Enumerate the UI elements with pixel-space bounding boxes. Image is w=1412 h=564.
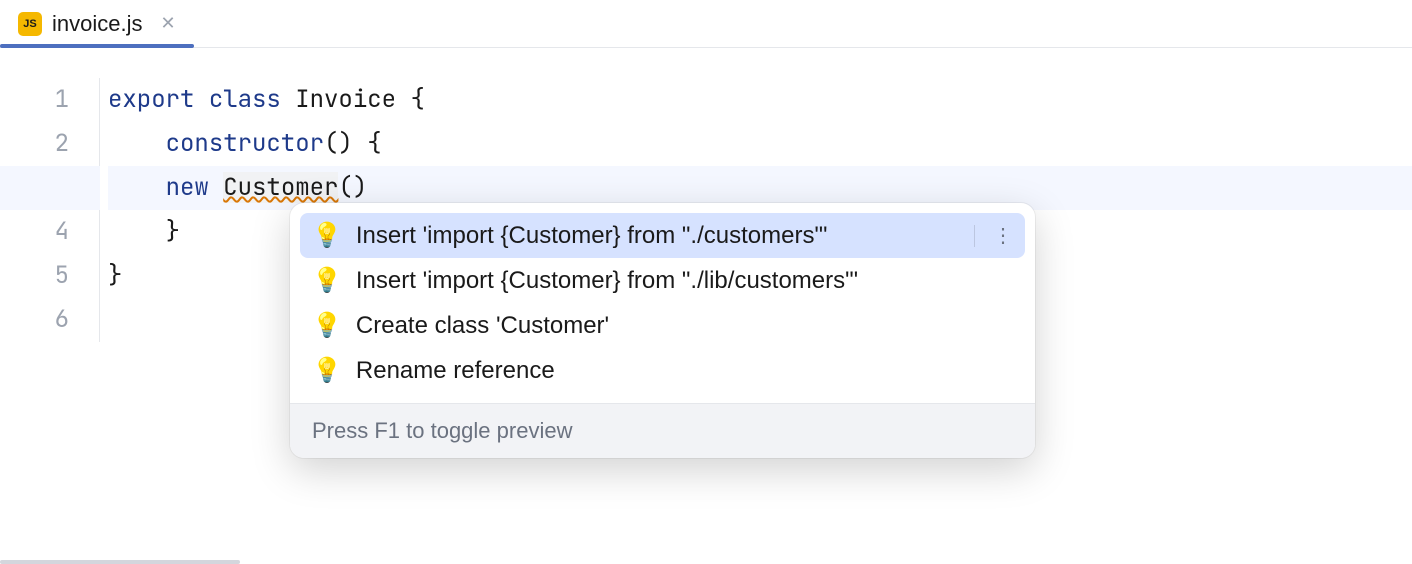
unresolved-reference[interactable]: Customer: [223, 172, 338, 203]
intention-actions-list: 💡 Insert 'import {Customer} from "./cust…: [290, 203, 1035, 403]
tab-underline-bg: [0, 560, 240, 564]
intention-action-item[interactable]: 💡 Insert 'import {Customer} from "./lib/…: [300, 258, 1025, 303]
popup-hint: Press F1 to toggle preview: [290, 403, 1035, 458]
more-options-icon[interactable]: ⋮: [974, 225, 1013, 247]
lightbulb-icon: 💡: [312, 221, 342, 250]
code-line[interactable]: constructor() {: [108, 122, 1412, 166]
close-icon[interactable]: ✕: [160, 13, 175, 34]
line-number: 2: [0, 122, 69, 166]
line-number: 1: [0, 78, 69, 122]
intention-action-label: Insert 'import {Customer} from "./custom…: [356, 222, 828, 250]
line-number: 5: [0, 254, 69, 298]
intention-action-item[interactable]: 💡 Create class 'Customer': [300, 303, 1025, 348]
line-number: 4: [0, 210, 69, 254]
line-number: 6: [0, 298, 69, 342]
lightbulb-icon: 💡: [312, 311, 342, 340]
intention-action-label: Create class 'Customer': [356, 312, 609, 340]
tab-filename: invoice.js: [52, 11, 142, 37]
code-line[interactable]: export class Invoice {: [108, 78, 1412, 122]
editor-tab[interactable]: JS invoice.js ✕: [0, 0, 194, 47]
tab-bar: JS invoice.js ✕: [0, 0, 1412, 48]
line-number-gutter: 1 2 3 4 5 6: [0, 78, 100, 342]
lightbulb-icon: 💡: [312, 356, 342, 385]
intention-action-item[interactable]: 💡 Rename reference: [300, 348, 1025, 393]
intention-action-label: Rename reference: [356, 357, 555, 385]
intention-actions-popup: 💡 Insert 'import {Customer} from "./cust…: [290, 203, 1035, 458]
lightbulb-icon: 💡: [312, 266, 342, 295]
intention-action-label: Insert 'import {Customer} from "./lib/cu…: [356, 267, 858, 295]
js-file-icon: JS: [18, 12, 42, 36]
intention-action-item[interactable]: 💡 Insert 'import {Customer} from "./cust…: [300, 213, 1025, 258]
